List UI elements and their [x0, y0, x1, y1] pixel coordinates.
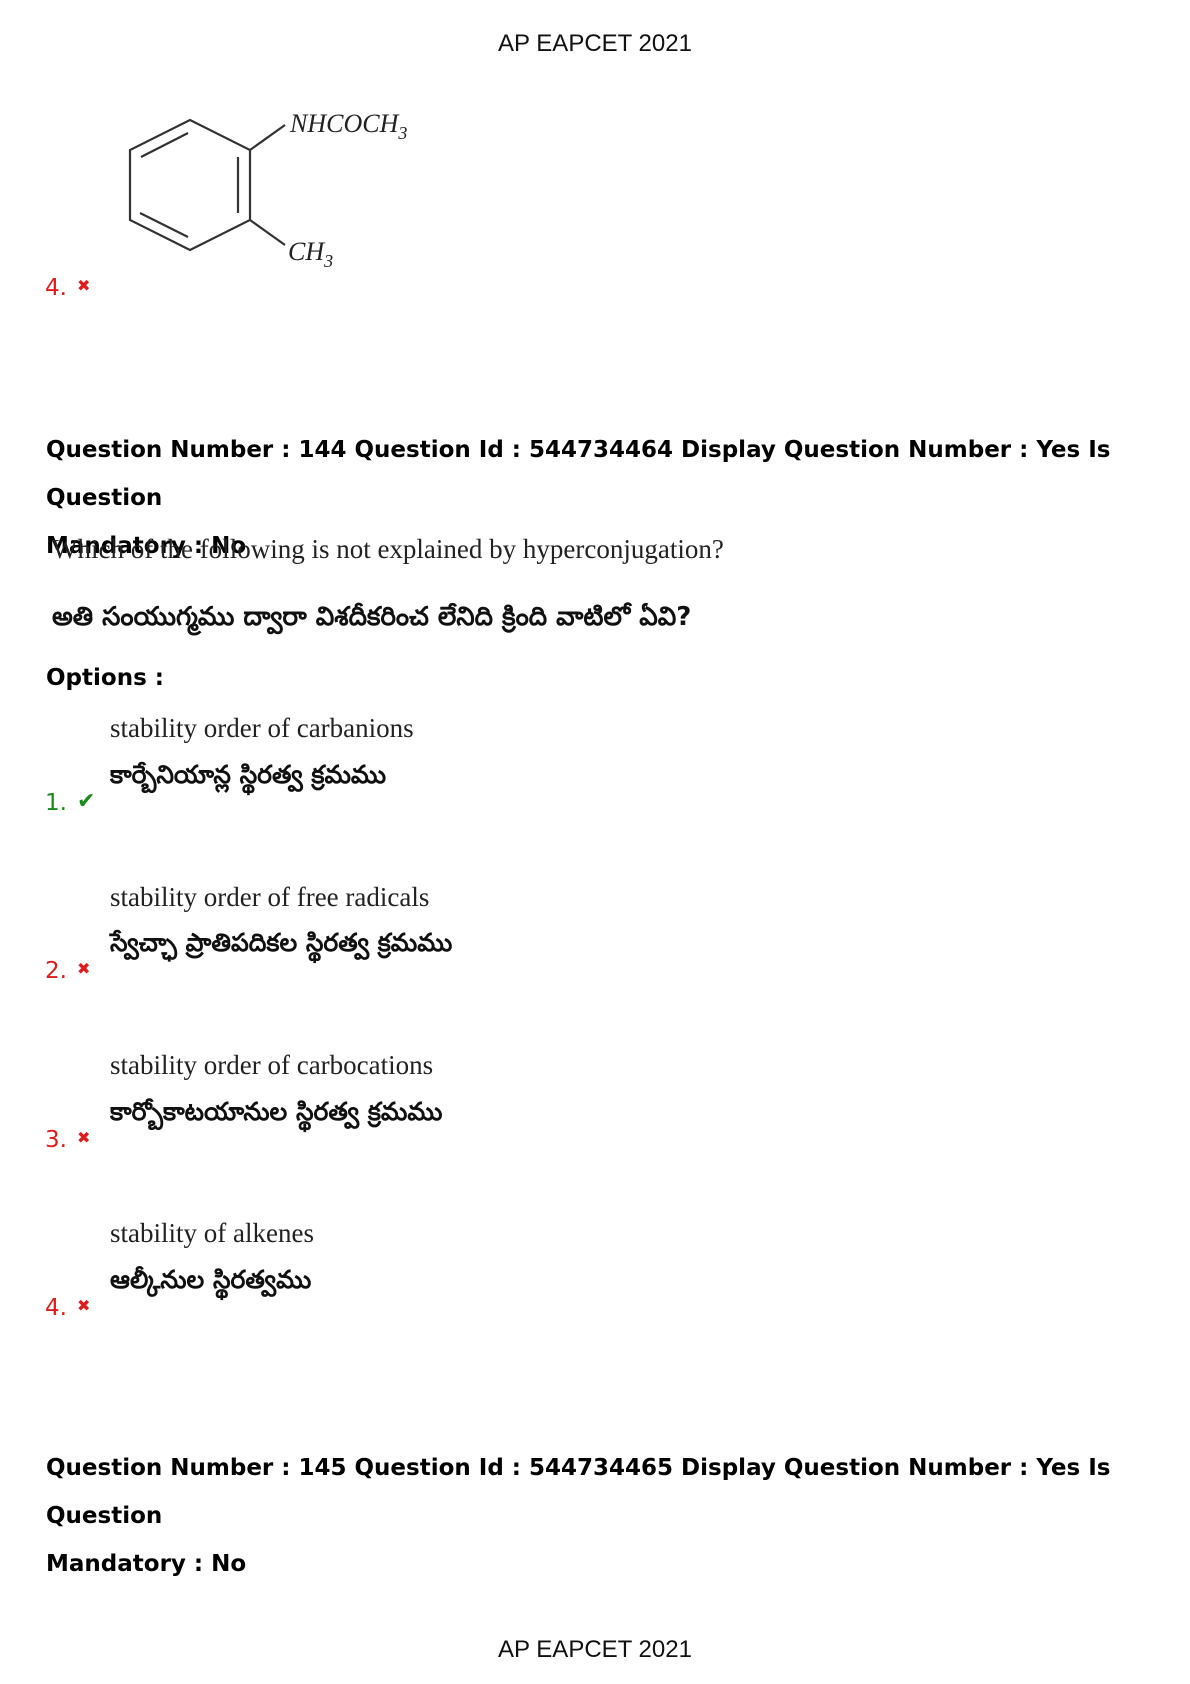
- cross-icon: ✖: [76, 1128, 91, 1147]
- option-1-english: stability order of carbanions: [110, 713, 414, 743]
- cross-icon: ✖: [76, 276, 91, 295]
- option-3-telugu: కార్బోకాటయానుల స్థిరత్వ క్రమము: [110, 1097, 443, 1126]
- options-label: Options :: [46, 665, 164, 691]
- top-group-label: NHCOCH: [289, 109, 400, 138]
- option-1-telugu: కార్బేనియాన్ల స్థిరత్వ క్రమము: [110, 760, 387, 789]
- page-header: AP EAPCET 2021: [498, 30, 692, 57]
- top-group-subscript: 3: [397, 123, 407, 143]
- question-text-telugu: అతి సంయుగ్మము ద్వారా విశదీకరించ లేనిది క…: [52, 602, 692, 632]
- prev-option-4-number: 4. ✖: [45, 275, 90, 301]
- svg-text:CH3: CH3: [288, 237, 333, 271]
- option-2-telugu: స్వేచ్ఛా ప్రాతిపదికల స్థిరత్వ క్రమము: [110, 928, 453, 957]
- option-number: 2.: [45, 958, 67, 984]
- option-number: 4.: [45, 1295, 67, 1321]
- o-methylacetanilide-structure: NHCOCH3 CH3: [128, 109, 407, 271]
- bottom-group-subscript: 3: [323, 251, 333, 271]
- option-number: 4.: [45, 275, 67, 301]
- option-3-english: stability order of carbocations: [110, 1050, 434, 1080]
- bottom-group-label: CH: [288, 237, 325, 266]
- next-question-info-line2: Mandatory : No: [46, 1551, 247, 1577]
- option-2-marker: 2. ✖: [45, 958, 90, 984]
- question-info-line1: Question Number : 144 Question Id : 5447…: [46, 437, 1111, 511]
- page-footer: AP EAPCET 2021: [498, 1636, 692, 1663]
- benzene-ring: [128, 118, 252, 252]
- next-question-info: Question Number : 145 Question Id : 5447…: [46, 1444, 1156, 1588]
- option-4-english: stability of alkenes: [110, 1218, 314, 1248]
- cross-icon: ✖: [76, 1296, 91, 1315]
- option-2-english: stability order of free radicals: [110, 882, 430, 912]
- option-3-marker: 3. ✖: [45, 1127, 90, 1153]
- option-1-marker: 1. ✔: [45, 789, 96, 816]
- svg-text:NHCOCH3: NHCOCH3: [289, 109, 407, 143]
- next-question-info-line1: Question Number : 145 Question Id : 5447…: [46, 1455, 1111, 1529]
- check-icon: ✔: [76, 789, 96, 814]
- option-4-telugu: ఆల్కీనుల స్థిరత్వము: [110, 1265, 312, 1294]
- option-number: 3.: [45, 1127, 67, 1153]
- cross-icon: ✖: [76, 959, 91, 978]
- option-number: 1.: [45, 790, 67, 816]
- question-text-english: Which of the following is not explained …: [52, 534, 724, 564]
- option-4-marker: 4. ✖: [45, 1295, 90, 1321]
